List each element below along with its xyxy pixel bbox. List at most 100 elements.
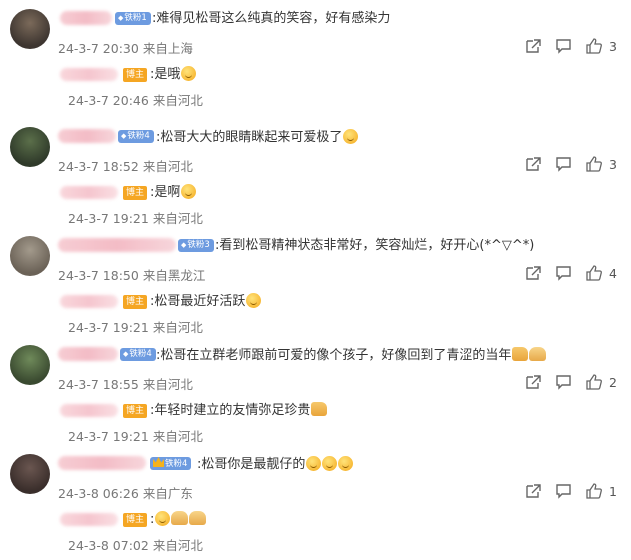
reply-location: 来自河北 [152,538,203,553]
comment-item: ◆铁粉4 :松哥大大的眼睛眯起来可爱极了 24-3-7 18:52 来自河北 3… [0,118,631,230]
diamond-icon: ◆ [121,132,127,140]
handshake-emoji-icon [171,511,189,525]
thumbs-up-icon[interactable] [585,38,602,54]
thumbs-up-icon[interactable] [585,374,602,390]
reply-time: 24-3-8 07:02 [68,538,149,553]
grin-emoji-icon [246,293,262,308]
avatar[interactable] [10,127,50,167]
fan-level-badge: ◆铁粉4 [118,130,154,143]
avatar[interactable] [10,454,50,494]
smile-emoji-icon [181,66,197,81]
share-icon[interactable] [525,374,542,390]
share-icon[interactable] [525,38,542,54]
blogger-badge: 博主 [123,404,148,418]
blogger-reply: 博主 :年轻时建立的友情弥足珍贵 24-3-7 19:21 来自河北 [60,398,620,448]
comment-text: :看到松哥精神状态非常好，笑容灿烂，好开心(*^▽^*) [215,238,535,253]
comment-icon[interactable] [555,156,572,172]
comment-time: 24-3-8 06:26 [58,486,139,501]
comment-location: 来自河北 [142,159,193,174]
comment-meta: 24-3-8 06:26 来自广东 [58,483,193,502]
username-blurred[interactable] [58,129,116,143]
comment-icon[interactable] [555,483,572,499]
like-count: 4 [609,265,617,281]
reply-location: 来自河北 [152,93,203,108]
comment-actions: 3 [512,156,617,172]
avatar[interactable] [10,236,50,276]
clap-emoji-icon [529,347,547,361]
reply-time: 24-3-7 19:21 [68,320,149,335]
comment-location: 来自黑龙江 [142,268,206,283]
blogger-badge: 博主 [123,513,148,527]
reply-text: : [150,511,207,528]
comment-icon[interactable] [555,38,572,54]
comment-meta: 24-3-7 20:30 来自上海 [58,38,193,57]
reply-username-blurred[interactable] [60,513,118,526]
blogger-reply: 博主 :松哥最近好活跃 24-3-7 19:21 来自河北 [60,289,620,339]
comment-item: ◆铁粉1 :难得见松哥这么纯真的笑容，好有感染力 24-3-7 20:30 来自… [0,0,631,112]
reply-meta: 24-3-7 19:21 来自河北 [68,208,203,227]
diamond-icon: ◆ [181,241,187,249]
reply-meta: 24-3-7 20:46 来自河北 [68,90,203,109]
comment-text: :松哥大大的眼睛眯起来可爱极了 [156,129,359,146]
comment-meta: 24-3-7 18:55 来自河北 [58,374,193,393]
diamond-icon: ◆ [123,350,129,358]
username-blurred[interactable] [58,347,118,361]
handshake-emoji-icon [189,511,207,525]
blogger-badge: 博主 [123,68,148,82]
thumbs-up-emoji-icon [512,347,529,361]
share-icon[interactable] [525,265,542,281]
like-count: 3 [609,156,617,172]
comment-actions: 3 [512,38,617,54]
comment-meta: 24-3-7 18:50 来自黑龙江 [58,265,205,284]
reply-text: :是啊 [150,184,197,201]
reply-meta: 24-3-7 19:21 来自河北 [68,426,203,445]
reply-meta: 24-3-8 07:02 来自河北 [68,535,203,554]
blogger-reply: 博主 : 24-3-8 07:02 来自河北 [60,507,620,557]
blogger-reply: 博主 :是啊 24-3-7 19:21 来自河北 [60,180,620,230]
username-blurred[interactable] [58,238,176,252]
comment-text: :松哥在立群老师跟前可爱的像个孩子，好像回到了青涩的当年 [156,347,547,364]
comment-actions: 1 [512,483,617,499]
reply-username-blurred[interactable] [60,404,118,417]
reply-time: 24-3-7 19:21 [68,211,149,226]
comment-icon[interactable] [555,374,572,390]
grin-emoji-icon [322,456,338,471]
comment-actions: 4 [512,265,617,281]
avatar[interactable] [10,9,50,49]
blogger-badge: 博主 [123,186,148,200]
grin-emoji-icon [306,456,322,471]
reply-username-blurred[interactable] [60,186,118,199]
like-count: 1 [609,483,617,499]
username-blurred[interactable] [60,11,112,25]
comment-icon[interactable] [555,265,572,281]
comment-time: 24-3-7 18:52 [58,159,139,174]
share-icon[interactable] [525,483,542,499]
comment-time: 24-3-7 20:30 [58,41,139,56]
comment-item: ◆铁粉3 :看到松哥精神状态非常好，笑容灿烂，好开心(*^▽^*) 24-3-7… [0,227,631,339]
fan-level-badge: 铁粉4 [150,457,192,470]
grin-emoji-icon [155,511,171,526]
reply-username-blurred[interactable] [60,295,118,308]
grin-emoji-icon [181,184,197,199]
avatar[interactable] [10,345,50,385]
thumbs-up-icon[interactable] [585,156,602,172]
reply-text: :年轻时建立的友情弥足珍贵 [150,402,328,419]
reply-location: 来自河北 [152,320,203,335]
username-blurred[interactable] [58,456,146,470]
thumbs-up-icon[interactable] [585,265,602,281]
fan-level-badge: ◆铁粉1 [115,12,151,25]
fan-level-badge: ◆铁粉4 [120,348,156,361]
reply-username-blurred[interactable] [60,68,118,81]
comment-text: :难得见松哥这么纯真的笑容，好有感染力 [152,11,391,26]
comment-item: 铁粉4 :松哥你是最靓仔的 24-3-8 06:26 来自广东 1 博主 : 2… [0,445,631,557]
crown-icon [153,457,164,467]
grin-emoji-icon [343,129,359,144]
thumbs-up-icon[interactable] [585,483,602,499]
share-icon[interactable] [525,156,542,172]
reply-meta: 24-3-7 19:21 来自河北 [68,317,203,336]
like-count: 2 [609,374,617,390]
comment-time: 24-3-7 18:50 [58,268,139,283]
reply-location: 来自河北 [152,429,203,444]
reply-text: :松哥最近好活跃 [150,293,262,310]
comment-location: 来自上海 [142,41,193,56]
